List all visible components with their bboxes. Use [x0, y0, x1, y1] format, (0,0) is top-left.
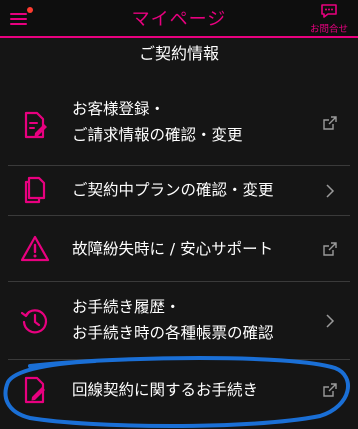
document-pen-icon	[24, 376, 45, 404]
section-title: ご契約情報	[138, 44, 219, 63]
app-header: マイページ お問合せ	[0, 0, 358, 38]
external-link-icon	[323, 383, 337, 397]
history-clock-icon	[20, 309, 48, 334]
list-item-label: 故障紛失時に / 安心サポート	[72, 240, 274, 258]
list-item-label: お客様登録・	[72, 100, 166, 118]
documents-copy-icon	[24, 176, 46, 204]
mypage-screen: マイページ お問合せ ご契約情報 お客様登録・ ご請求情報の確認・変更 ご契約中…	[0, 0, 358, 429]
chevron-right-icon	[326, 314, 335, 328]
list-item-label: 回線契約に関するお手続き	[72, 381, 259, 399]
external-link-icon	[323, 116, 337, 130]
contact-label: お問合せ	[309, 24, 348, 35]
warning-triangle-icon	[20, 235, 50, 262]
list-item-plan[interactable]: ご契約中プランの確認・変更	[0, 166, 358, 216]
list-item-label: ご請求情報の確認・変更	[72, 126, 243, 144]
list-item-line-contract[interactable]: 回線契約に関するお手続き	[0, 360, 358, 429]
list-item-history[interactable]: お手続き履歴・ お手続き時の各種帳票の確認	[0, 282, 358, 360]
chat-bubble-icon	[321, 4, 337, 18]
list-item-customer-info[interactable]: お客様登録・ ご請求情報の確認・変更	[0, 84, 358, 166]
chevron-right-icon	[326, 184, 335, 198]
external-link-icon	[323, 242, 337, 256]
list-item-label: お手続き履歴・	[72, 298, 181, 316]
list-item-support[interactable]: 故障紛失時に / 安心サポート	[0, 216, 358, 282]
list-item-label: ご契約中プランの確認・変更	[72, 181, 274, 199]
contact-button[interactable]: お問合せ	[304, 2, 354, 35]
list-item-label: お手続き時の各種帳票の確認	[72, 324, 274, 342]
document-edit-icon	[24, 111, 47, 139]
